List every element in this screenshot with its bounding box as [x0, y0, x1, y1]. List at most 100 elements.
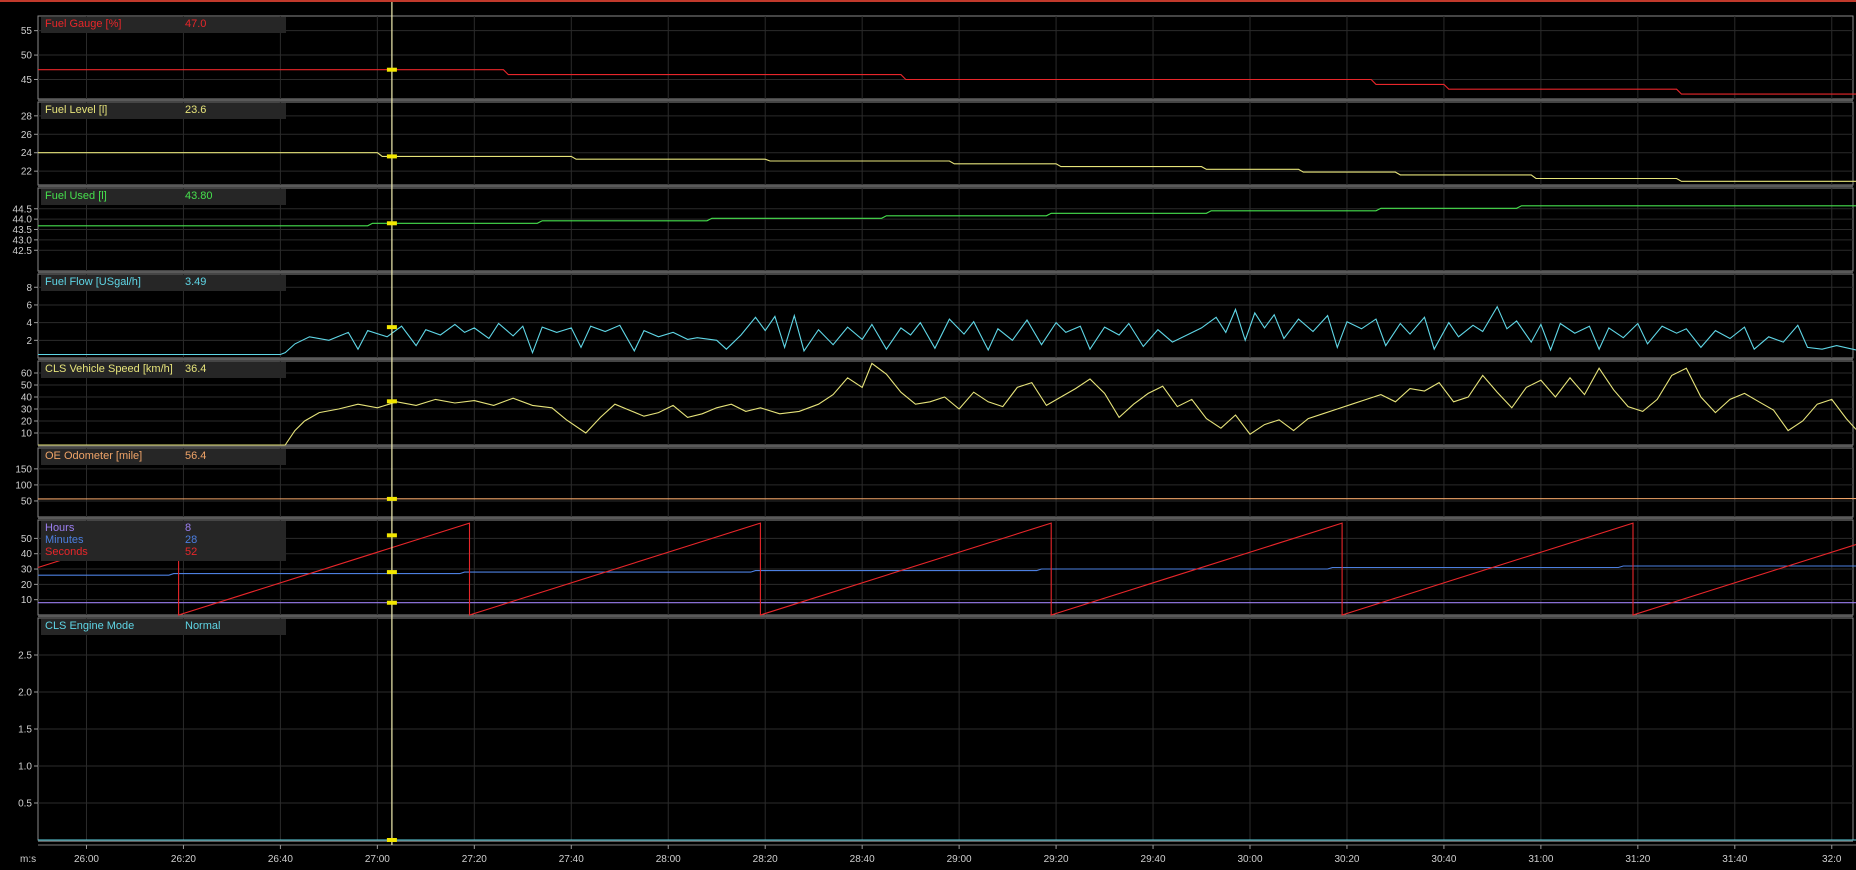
y-tick-label: 55: [21, 26, 33, 37]
x-tick-label: 30:00: [1237, 854, 1262, 865]
x-tick-label: 29:20: [1044, 854, 1069, 865]
cursor-marker: [386, 221, 397, 226]
x-axis-unit-label: m:s: [20, 854, 36, 865]
x-tick-label: 27:00: [365, 854, 390, 865]
panel-frame: [37, 360, 1854, 446]
channel-label: Fuel Used [l]: [45, 190, 107, 202]
panel-frame: [37, 273, 1854, 359]
x-tick-label: 30:20: [1334, 854, 1359, 865]
cursor-marker: [386, 399, 397, 404]
panel-odometer: 150 100 50 OE Odometer [mile] 56.4: [15, 447, 1856, 519]
y-tick-label: 40: [21, 549, 33, 560]
channel-value: Normal: [185, 620, 220, 632]
channel-label: Fuel Level [l]: [45, 104, 107, 116]
x-tick-label: 26:00: [74, 854, 99, 865]
y-tick-label: 10: [21, 429, 33, 440]
y-tick-label: 24: [21, 148, 33, 159]
x-tick-label: 28:40: [850, 854, 875, 865]
channel-value: 28: [185, 534, 197, 546]
panel-frame: [37, 447, 1854, 518]
panel-fuel-gauge: 55 50 45 Fuel Gauge [%] 47.0: [21, 15, 1856, 101]
channel-value: 36.4: [185, 363, 206, 375]
x-tick-label: 27:20: [462, 854, 487, 865]
panel-fuel-level: 28 26 24 22 Fuel Level [l] 23.6: [21, 101, 1856, 187]
y-tick-label: 10: [21, 595, 33, 606]
x-tick-label: 30:40: [1431, 854, 1456, 865]
x-tick-label: 26:40: [268, 854, 293, 865]
y-tick-label: 28: [21, 111, 33, 122]
channel-label: Fuel Flow [USgal/h]: [45, 276, 141, 288]
channel-label: Hours: [45, 522, 75, 534]
y-tick-label: 50: [21, 534, 33, 545]
y-tick-label: 45: [21, 75, 33, 86]
x-tick-label: 31:20: [1625, 854, 1650, 865]
y-tick-label: 20: [21, 580, 33, 591]
cursor-marker: [386, 67, 397, 72]
y-tick-label: 60: [21, 369, 33, 380]
y-tick-label: 30: [21, 565, 33, 576]
x-tick-label: 32:0: [1822, 854, 1842, 865]
x-tick-label: 31:00: [1528, 854, 1553, 865]
y-tick-label: 43.0: [13, 235, 33, 246]
telemetry-chart[interactable]: 555045Fuel Gauge [%] 47.028262422Fuel Lev…: [0, 0, 1856, 870]
channel-label: Seconds: [45, 546, 88, 558]
panel-engine-mode: 2.5 2.0 1.5 1.0 0.5 CLS Engine Mode Normal: [18, 617, 1856, 842]
y-tick-label: 42.5: [13, 246, 33, 257]
x-tick-label: 26:20: [171, 854, 196, 865]
x-tick-label: 31:40: [1722, 854, 1747, 865]
x-tick-label: 29:40: [1141, 854, 1166, 865]
channel-label: Fuel Gauge [%]: [45, 18, 121, 30]
y-tick-label: 50: [21, 381, 33, 392]
cursor-marker: [386, 533, 397, 538]
y-tick-label: 40: [21, 393, 33, 404]
y-tick-label: 2: [26, 336, 32, 347]
y-tick-label: 30: [21, 405, 33, 416]
cursor-marker: [386, 600, 397, 605]
channel-value: 23.6: [185, 104, 206, 116]
channel-label: CLS Vehicle Speed [km/h]: [45, 363, 173, 375]
x-tick-label: 27:40: [559, 854, 584, 865]
channel-label: OE Odometer [mile]: [45, 450, 142, 462]
y-tick-label: 26: [21, 130, 33, 141]
panel-fuel-flow: 8 6 4 2 Fuel Flow [USgal/h] 3.49: [26, 273, 1856, 360]
y-tick-label: 2.0: [18, 688, 32, 699]
panel-separator: [38, 358, 1853, 360]
y-tick-label: 50: [21, 51, 33, 62]
y-tick-label: 2.5: [18, 651, 32, 662]
y-tick-label: 50: [21, 496, 33, 507]
y-tick-label: 1.0: [18, 762, 32, 773]
channel-value: 52: [185, 546, 197, 558]
panel-separator: [38, 615, 1853, 617]
channel-value: 43.80: [185, 190, 213, 202]
y-tick-label: 43.5: [13, 225, 33, 236]
y-tick-label: 20: [21, 417, 33, 428]
channel-value: 8: [185, 522, 191, 534]
panel-frame: [37, 15, 1854, 100]
channel-value: 3.49: [185, 276, 206, 288]
panel-separator: [38, 99, 1853, 101]
panel-fuel-used: 44.544.043.543.042.5 Fuel Used [l] 43.80: [13, 187, 1856, 273]
panel-separator: [38, 185, 1853, 187]
channel-value: 47.0: [185, 18, 206, 30]
cursor-marker: [386, 570, 397, 575]
panel-separator: [38, 445, 1853, 447]
channel-label: CLS Engine Mode: [45, 620, 134, 632]
x-tick-label: 28:00: [656, 854, 681, 865]
y-tick-label: 4: [26, 318, 32, 329]
cursor-marker: [386, 154, 397, 159]
x-axis: 26:00 26:20 26:40 27:00 27:20 27:40 28:00 28:20…: [20, 844, 1856, 865]
panel-time-of-day: 50 40 30 20 10 Hours 8 Minutes 28 Seconds 52: [21, 519, 1856, 617]
y-tick-label: 1.5: [18, 725, 32, 736]
y-tick-label: 44.0: [13, 215, 33, 226]
x-tick-label: 29:00: [947, 854, 972, 865]
y-tick-label: 22: [21, 167, 33, 178]
cursor-marker: [386, 496, 397, 501]
panel-separator: [38, 271, 1853, 273]
panel-separator: [38, 517, 1853, 519]
y-tick-label: 0.5: [18, 799, 32, 810]
y-tick-label: 44.5: [13, 204, 33, 215]
channel-value: 56.4: [185, 450, 206, 462]
channel-label: Minutes: [45, 534, 84, 546]
cursor-marker: [386, 325, 397, 330]
y-tick-label: 6: [26, 300, 32, 311]
